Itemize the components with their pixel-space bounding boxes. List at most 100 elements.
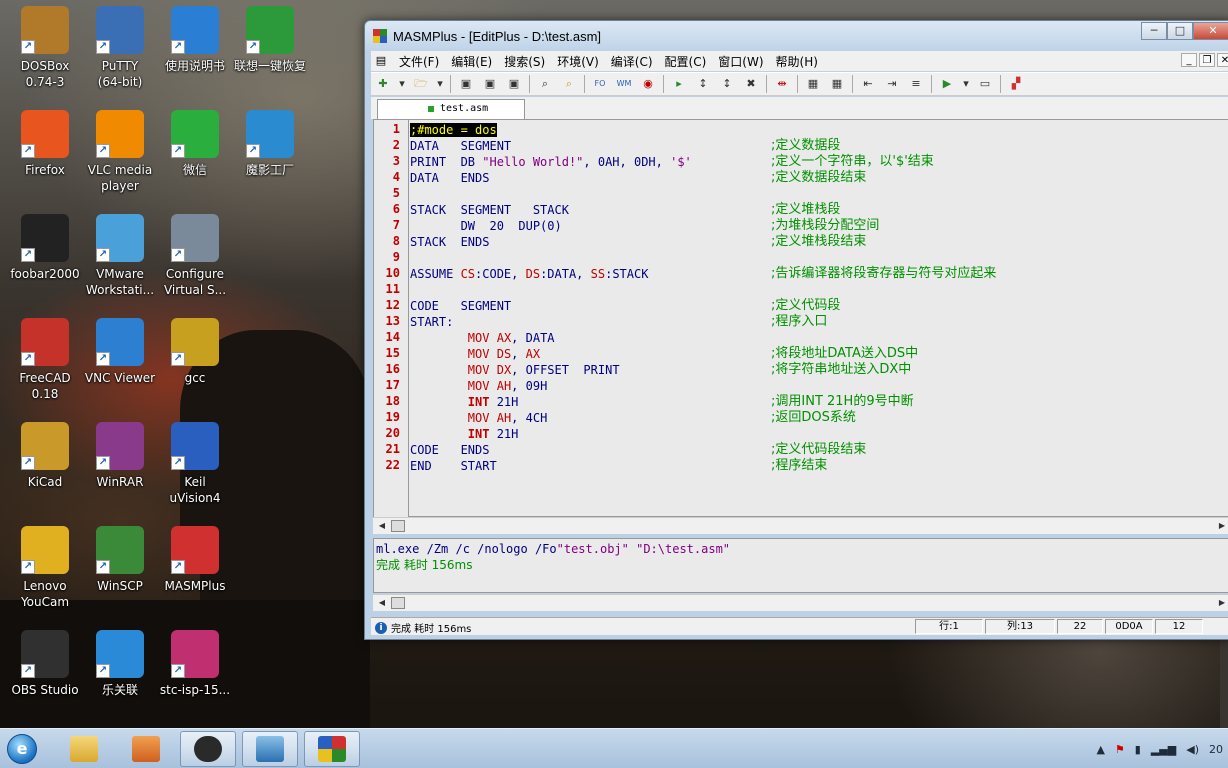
menu-file[interactable]: 文件(F) (393, 53, 445, 70)
desktop-icon-wondershare[interactable]: ↗ 魔影工厂 (232, 104, 308, 204)
menu-compile[interactable]: 编译(C) (605, 53, 659, 70)
desktop-icon-vlc[interactable]: ↗ VLC media player (82, 104, 158, 204)
fullscreen-icon[interactable]: ▭ (975, 75, 995, 93)
indent-left-icon[interactable]: ⇤ (858, 75, 878, 93)
desktop-icon-gcc[interactable]: ↗ gcc (157, 312, 233, 412)
close-button[interactable]: ✕ (1193, 22, 1228, 40)
mdi-minimize-button[interactable]: _ (1181, 53, 1197, 67)
indent-right-icon[interactable]: ⇥ (882, 75, 902, 93)
desktop-icon-label: 使用说明书 (164, 59, 225, 73)
battery-icon[interactable]: ▮ (1135, 743, 1141, 756)
status-message-text: 完成 耗时 156ms (391, 624, 472, 635)
start-button[interactable]: e (2, 731, 42, 767)
editor-horizontal-scrollbar[interactable]: ◀ ▶ (373, 517, 1228, 534)
scroll-thumb[interactable] (391, 597, 405, 609)
comment-line-22: ;程序结束 (771, 458, 828, 473)
desktop-icon-freecad[interactable]: ↗ FreeCAD 0.18 (7, 312, 83, 412)
taskbar-explorer[interactable] (56, 731, 112, 767)
desktop-icon-keil[interactable]: ↗ Keil uVision4 (157, 416, 233, 516)
masm-logo-icon[interactable]: ▞ (1006, 75, 1026, 93)
tab-test-asm[interactable]: test.asm (377, 99, 525, 119)
desktop-icon-configure-virtual[interactable]: ↗ Configure Virtual S... (157, 208, 233, 308)
show-hidden-icons[interactable]: ▲ (1096, 743, 1104, 756)
taskbar-media-player[interactable] (118, 731, 174, 767)
shortcut-arrow-icon: ↗ (96, 40, 110, 54)
folder-icon (70, 736, 98, 762)
search-icon[interactable]: ⌕ (535, 75, 555, 93)
build-icon[interactable]: ◉ (638, 75, 658, 93)
desktop-icon-lelianlian[interactable]: ↗ 乐关联 (82, 624, 158, 724)
breakpoint-icon[interactable]: ⇹ (772, 75, 792, 93)
compile-icon[interactable]: FO (590, 75, 610, 93)
cascade-icon[interactable]: ▦ (827, 75, 847, 93)
menu-config[interactable]: 配置(C) (659, 53, 713, 70)
output-panel[interactable]: ml.exe /Zm /c /nologo /Fo"test.obj" "D:\… (373, 538, 1228, 593)
desktop-icon-foobar2000[interactable]: ↗ foobar2000 (7, 208, 83, 308)
action-center-icon[interactable]: ⚑ (1115, 743, 1125, 756)
window-list-icon[interactable]: ▦ (803, 75, 823, 93)
debug-run-icon[interactable]: ▸ (669, 75, 689, 93)
volume-icon[interactable]: ◀) (1186, 743, 1199, 756)
run-icon[interactable]: ▶ (937, 75, 957, 93)
run-dropdown-icon[interactable]: ▾ (961, 75, 971, 93)
desktop-icon-kicad[interactable]: ↗ KiCad (7, 416, 83, 516)
step-into-icon[interactable]: ↕ (693, 75, 713, 93)
new-dropdown-icon[interactable]: ▾ (397, 75, 407, 93)
find-in-files-icon[interactable]: ⌕ (559, 75, 579, 93)
new-icon[interactable]: ✚ (373, 75, 393, 93)
menu-help[interactable]: 帮助(H) (770, 53, 824, 70)
toolbar-separator (450, 75, 451, 93)
output-horizontal-scrollbar[interactable]: ◀ ▶ (373, 594, 1228, 611)
desktop-icon-lenovo-restore[interactable]: ↗ 联想一键恢复 (232, 0, 308, 100)
title-bar[interactable]: MASMPlus - [EditPlus - D:\test.asm] ─ □ … (365, 21, 1228, 51)
scroll-right-icon[interactable]: ▶ (1215, 519, 1228, 533)
desktop-icon-vnc-viewer[interactable]: ↗ VNC Viewer (82, 312, 158, 412)
menu-environment[interactable]: 环境(V) (551, 53, 605, 70)
open-folder-icon[interactable]: 🗁 (411, 75, 431, 93)
desktop-icon-firefox[interactable]: ↗ Firefox (7, 104, 83, 204)
desktop-icon-lenovo-manual[interactable]: ↗ 使用说明书 (157, 0, 233, 100)
masmplus-window: MASMPlus - [EditPlus - D:\test.asm] ─ □ … (364, 20, 1228, 640)
desktop-icon-putty[interactable]: ↗ PuTTY (64-bit) (82, 0, 158, 100)
network-signal-icon[interactable]: ▂▄▆ (1151, 743, 1176, 756)
link-icon[interactable]: WM (614, 75, 634, 93)
desktop-icon-winscp[interactable]: ↗ WinSCP (82, 520, 158, 620)
taskbar-masmplus[interactable] (304, 731, 360, 767)
desktop-icon-masmplus[interactable]: ↗ MASMPlus (157, 520, 233, 620)
code-area[interactable]: ;#mode = dos DATA SEGMENT PRINT DB "Hell… (410, 120, 1228, 518)
code-line-15: MOV DS, AX (467, 347, 541, 361)
taskbar-obs[interactable] (180, 731, 236, 767)
step-over-icon[interactable]: ↕ (717, 75, 737, 93)
menu-window[interactable]: 窗口(W) (712, 53, 769, 70)
save-icon[interactable]: ▣ (456, 75, 476, 93)
document-icon[interactable]: ▤ (373, 54, 389, 68)
desktop-icon-wechat[interactable]: ↗ 微信 (157, 104, 233, 204)
maximize-button[interactable]: □ (1167, 22, 1193, 40)
taskbar-network[interactable] (242, 731, 298, 767)
toolbar-separator (766, 75, 767, 93)
desktop-icon-dosbox[interactable]: ↗ DOSBox 0.74-3 (7, 0, 83, 100)
open-dropdown-icon[interactable]: ▾ (435, 75, 445, 93)
scroll-thumb[interactable] (391, 520, 405, 532)
menu-search[interactable]: 搜索(S) (498, 53, 551, 70)
desktop-icon-winrar[interactable]: ↗ WinRAR (82, 416, 158, 516)
desktop-icon-vmware[interactable]: ↗ VMware Workstati... (82, 208, 158, 308)
clock[interactable]: 20 (1209, 743, 1223, 756)
mdi-restore-button[interactable]: ❐ (1199, 53, 1215, 67)
line-number: 4 (392, 170, 400, 184)
save-as-icon[interactable]: ▣ (480, 75, 500, 93)
desktop-icon-obs[interactable]: ↗ OBS Studio (7, 624, 83, 724)
stop-debug-icon[interactable]: ✖ (741, 75, 761, 93)
minimize-button[interactable]: ─ (1141, 22, 1167, 40)
wechat-icon: ↗ (171, 110, 219, 158)
save-all-icon[interactable]: ▣ (504, 75, 524, 93)
desktop-icon-youcam[interactable]: ↗ Lenovo YouCam (7, 520, 83, 620)
code-editor[interactable]: 1 2 3 4 5 6 7 8 9 10 11 12 13 14 15 16 17 18 19 20 21 22 ;#mo… (373, 119, 1228, 518)
format-icon[interactable]: ≡ (906, 75, 926, 93)
scroll-left-icon[interactable]: ◀ (375, 519, 389, 533)
menu-edit[interactable]: 编辑(E) (445, 53, 498, 70)
mdi-close-button[interactable]: ✕ (1217, 53, 1228, 67)
scroll-right-icon[interactable]: ▶ (1215, 596, 1228, 610)
scroll-left-icon[interactable]: ◀ (375, 596, 389, 610)
desktop-icon-stc-isp[interactable]: ↗ stc-isp-15... (157, 624, 233, 724)
